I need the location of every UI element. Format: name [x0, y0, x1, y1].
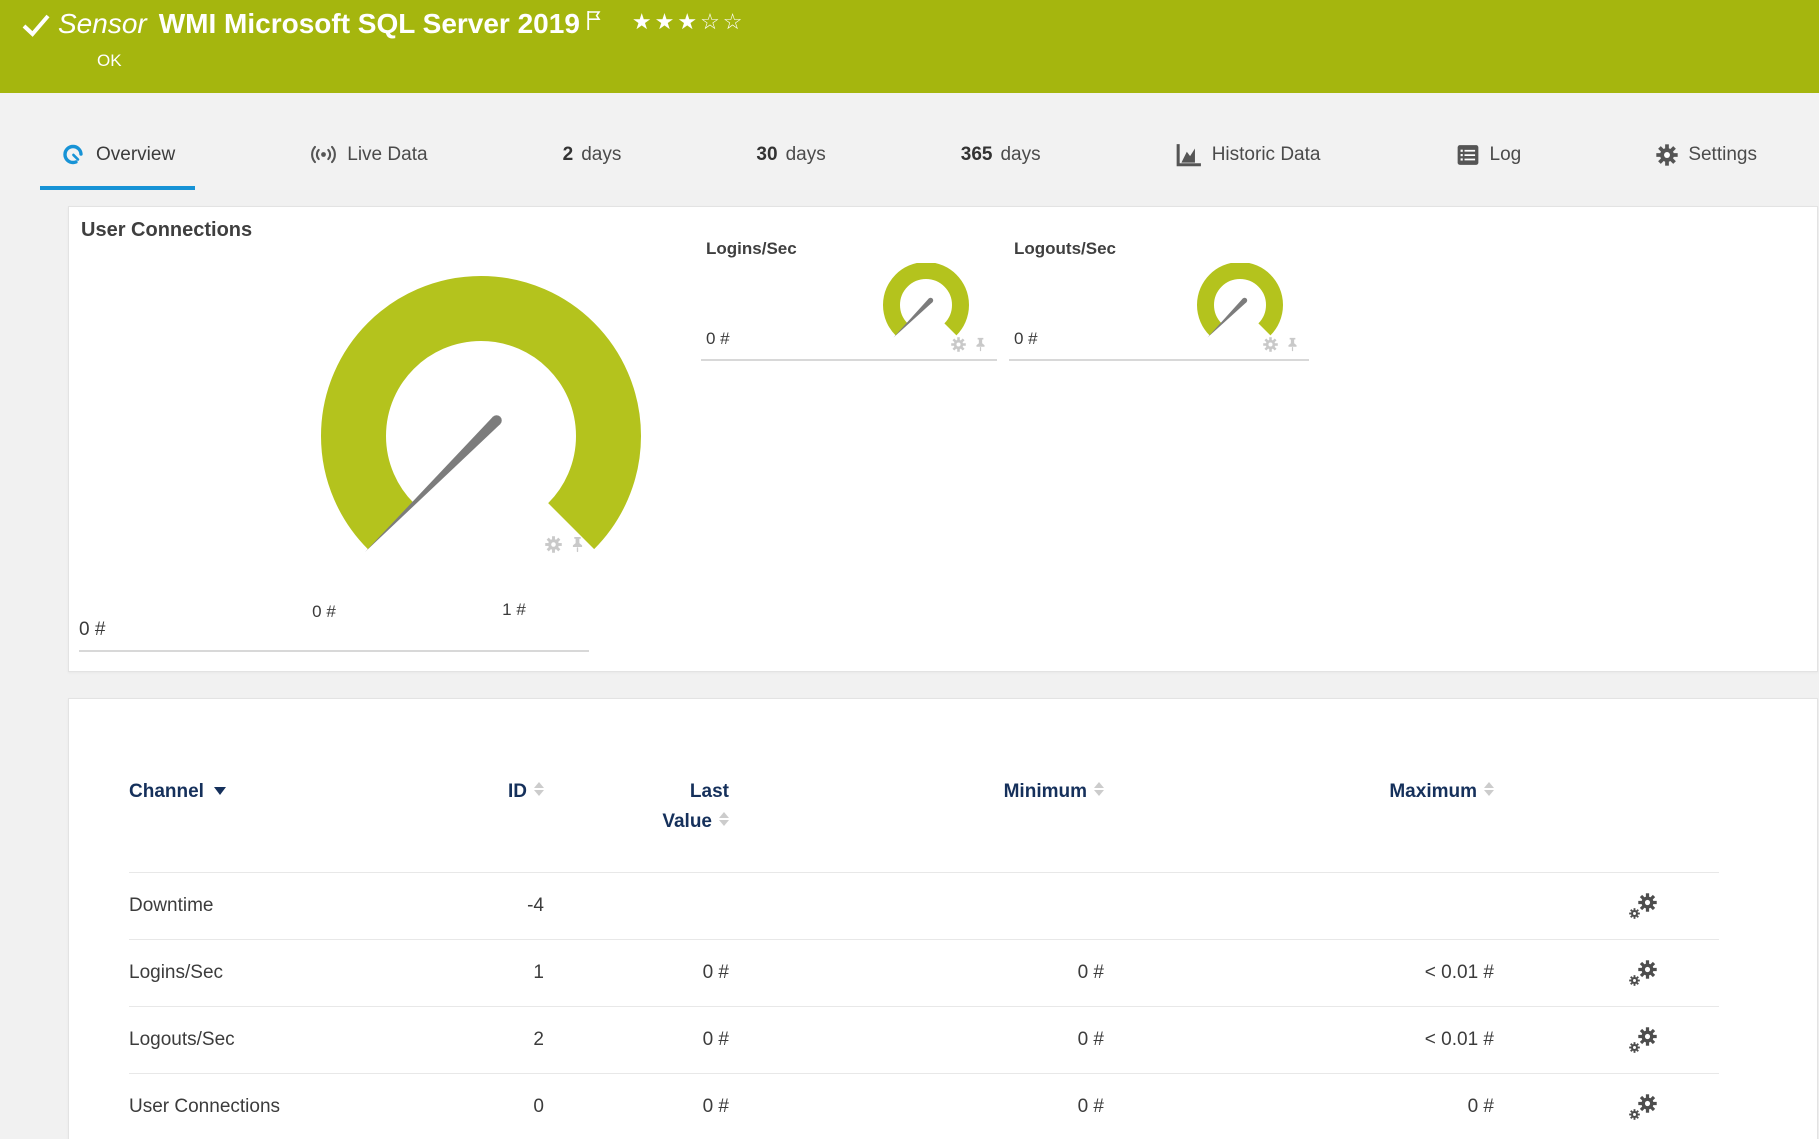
sensor-status-text: OK: [97, 51, 122, 70]
sensor-status-header: Sensor WMI Microsoft SQL Server 2019 ★★★…: [0, 0, 1819, 93]
sort-desc-icon: [213, 787, 226, 795]
channel-minimum: 0 #: [729, 940, 1104, 1007]
tab-log[interactable]: Log: [1436, 93, 1542, 190]
gauge-scale-min: 0 #: [312, 602, 336, 621]
channel-last-value: [544, 873, 729, 940]
channel-name: Logins/Sec: [129, 940, 429, 1007]
channel-minimum: 0 #: [729, 1007, 1104, 1074]
user-connections-value: 0 #: [79, 619, 106, 640]
gauges-card: User Connections 0 # 1 # 0 # Logins/Sec …: [68, 206, 1818, 672]
tab-overview[interactable]: Overview: [40, 93, 196, 190]
channels-table-card: Channel ID Last Value Minimum Maximum Do…: [68, 698, 1818, 1139]
sort-icon: [1094, 782, 1104, 796]
edit-channel-gears-icon[interactable]: [1629, 960, 1657, 986]
channel-id: 2: [429, 1007, 544, 1074]
channel-last-value: 0 #: [544, 1074, 729, 1139]
ok-check-icon: [22, 14, 50, 37]
logins-value: 0 #: [706, 329, 730, 348]
sensor-title: WMI Microsoft SQL Server 2019: [158, 8, 580, 39]
tab-365-days[interactable]: 365 days: [941, 93, 1061, 190]
tab-2-days[interactable]: 2 days: [543, 93, 642, 190]
tab-bar: Overview Live Data 2 days 30 days 365 da…: [0, 93, 1819, 190]
pin-icon[interactable]: [973, 337, 988, 352]
tab-30-days[interactable]: 30 days: [736, 93, 845, 190]
channel-maximum: 0 #: [1104, 1074, 1494, 1139]
column-header-last-value[interactable]: Last Value: [544, 699, 729, 873]
gauge-icon: [63, 144, 83, 164]
channel-name: User Connections: [129, 1074, 429, 1139]
channel-maximum: < 0.01 #: [1104, 940, 1494, 1007]
channel-name: Logouts/Sec: [129, 1007, 429, 1074]
log-list-icon: [1457, 144, 1478, 165]
gauge-title-logins: Logins/Sec: [706, 239, 797, 258]
column-header-id[interactable]: ID: [429, 699, 544, 873]
column-header-minimum[interactable]: Minimum: [729, 699, 1104, 873]
tab-live-data[interactable]: Live Data: [290, 93, 447, 190]
channel-minimum: [729, 873, 1104, 940]
settings-gear-icon: [1656, 144, 1678, 166]
edit-channel-gears-icon[interactable]: [1629, 1027, 1657, 1053]
channel-last-value: 0 #: [544, 940, 729, 1007]
channel-id: -4: [429, 873, 544, 940]
logouts-value: 0 #: [1014, 329, 1038, 348]
channels-table: Channel ID Last Value Minimum Maximum Do…: [129, 699, 1721, 1139]
pin-icon[interactable]: [569, 536, 586, 553]
column-header-maximum[interactable]: Maximum: [1104, 699, 1494, 873]
channel-gear-icon[interactable]: [545, 536, 562, 553]
sort-icon: [1484, 782, 1494, 796]
priority-stars[interactable]: ★★★☆☆: [632, 9, 746, 35]
channel-minimum: 0 #: [729, 1074, 1104, 1139]
tab-settings[interactable]: Settings: [1636, 93, 1777, 190]
column-header-channel[interactable]: Channel: [129, 699, 429, 873]
sort-icon: [534, 782, 544, 796]
priority-flag-icon: [587, 11, 601, 30]
historic-chart-icon: [1176, 143, 1201, 166]
channel-id: 1: [429, 940, 544, 1007]
sort-icon: [719, 812, 729, 826]
column-header-actions: [1494, 699, 1719, 873]
object-type-label: Sensor: [58, 8, 147, 39]
gauge-title-logouts: Logouts/Sec: [1014, 239, 1117, 258]
edit-channel-gears-icon[interactable]: [1629, 893, 1657, 919]
user-connections-gauge: [321, 276, 641, 552]
gauge-scale-max: 1 #: [502, 600, 526, 619]
channel-name: Downtime: [129, 873, 429, 940]
channel-last-value: 0 #: [544, 1007, 729, 1074]
channel-maximum: < 0.01 #: [1104, 1007, 1494, 1074]
pin-icon[interactable]: [1285, 337, 1300, 352]
channel-maximum: [1104, 873, 1494, 940]
edit-channel-gears-icon[interactable]: [1629, 1094, 1657, 1120]
channel-gear-icon[interactable]: [1263, 337, 1278, 352]
tab-historic-data[interactable]: Historic Data: [1156, 93, 1341, 190]
channel-gear-icon[interactable]: [951, 337, 966, 352]
live-signal-icon: [311, 145, 337, 164]
channel-id: 0: [429, 1074, 544, 1139]
gauge-title-user-connections: User Connections: [81, 219, 253, 241]
